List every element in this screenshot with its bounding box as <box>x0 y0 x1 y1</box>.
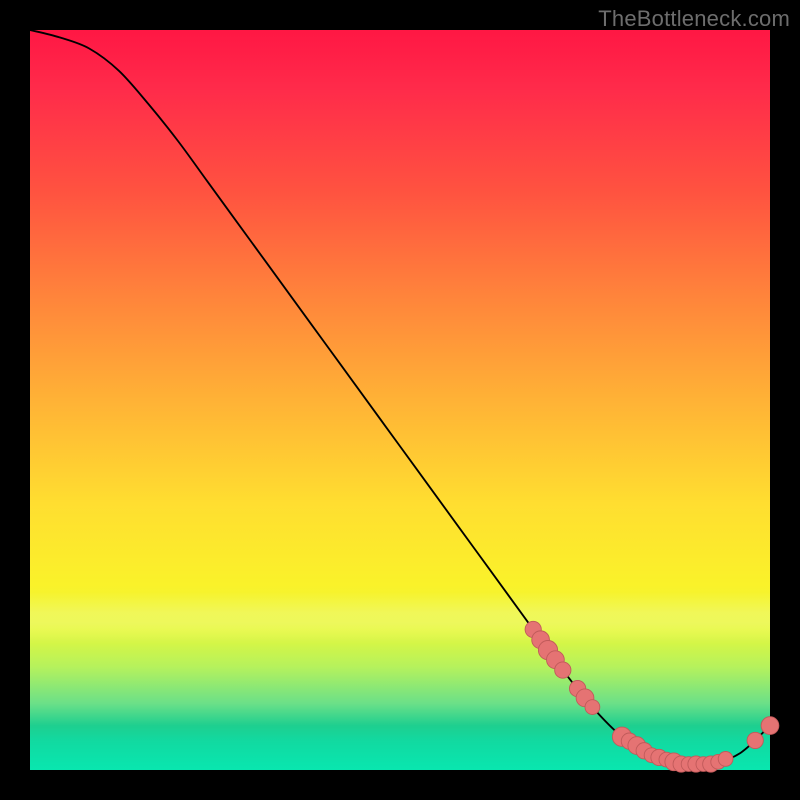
data-marker <box>585 700 600 715</box>
watermark-text: TheBottleneck.com <box>598 6 790 32</box>
bottleneck-curve <box>30 30 770 765</box>
chart-svg <box>30 30 770 770</box>
data-marker <box>718 752 733 767</box>
data-marker <box>555 662 571 678</box>
data-marker <box>747 732 763 748</box>
chart-frame: TheBottleneck.com <box>0 0 800 800</box>
data-marker <box>761 717 779 735</box>
data-markers <box>525 621 779 772</box>
